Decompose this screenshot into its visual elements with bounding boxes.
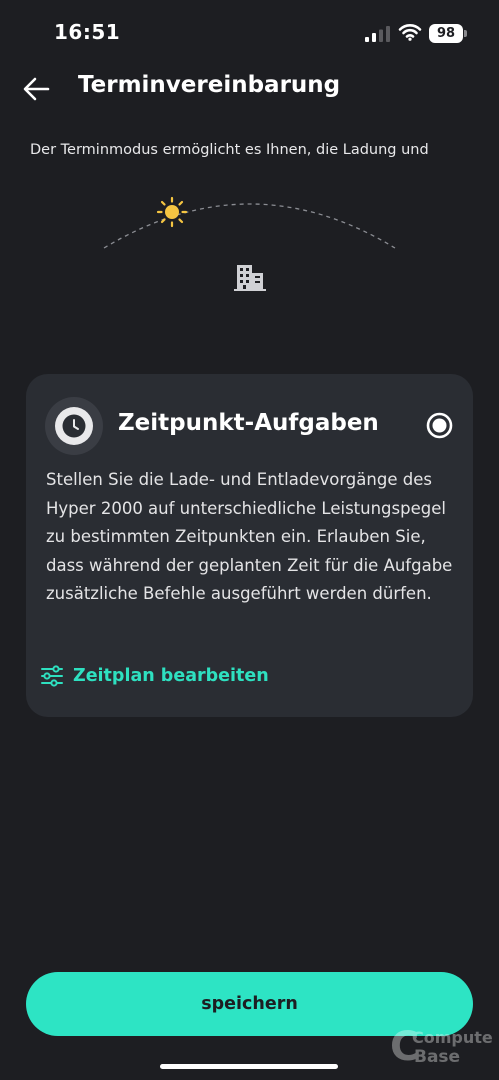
status-time: 16:51 (54, 20, 121, 44)
back-arrow-icon[interactable] (22, 76, 50, 102)
edit-schedule-link[interactable]: Zeitplan bearbeiten (40, 662, 269, 690)
computerbase-watermark: C Computer Base (390, 1024, 492, 1068)
intro-text: Der Terminmodus ermöglicht es Ihnen, die… (30, 142, 429, 158)
home-indicator (160, 1064, 338, 1069)
watermark-line1: Computer (412, 1028, 492, 1047)
watermark-line2: Base (414, 1047, 460, 1067)
card-description: Stellen Sie die Lade- und Entladevorgäng… (46, 470, 453, 603)
building-icon (234, 265, 266, 291)
battery-indicator: 98 (429, 24, 463, 43)
edit-schedule-label: Zeitplan bearbeiten (73, 666, 269, 686)
page-title: Terminvereinbarung (78, 72, 341, 98)
cellular-signal-icon (365, 26, 390, 42)
sun-icon (156, 196, 188, 228)
sliders-icon (41, 665, 63, 687)
battery-tip (464, 30, 467, 37)
clock-icon (45, 397, 103, 455)
card-title: Zeitpunkt-Aufgaben (118, 410, 379, 436)
wifi-icon (398, 24, 422, 41)
radio-selected-icon[interactable] (426, 412, 453, 439)
